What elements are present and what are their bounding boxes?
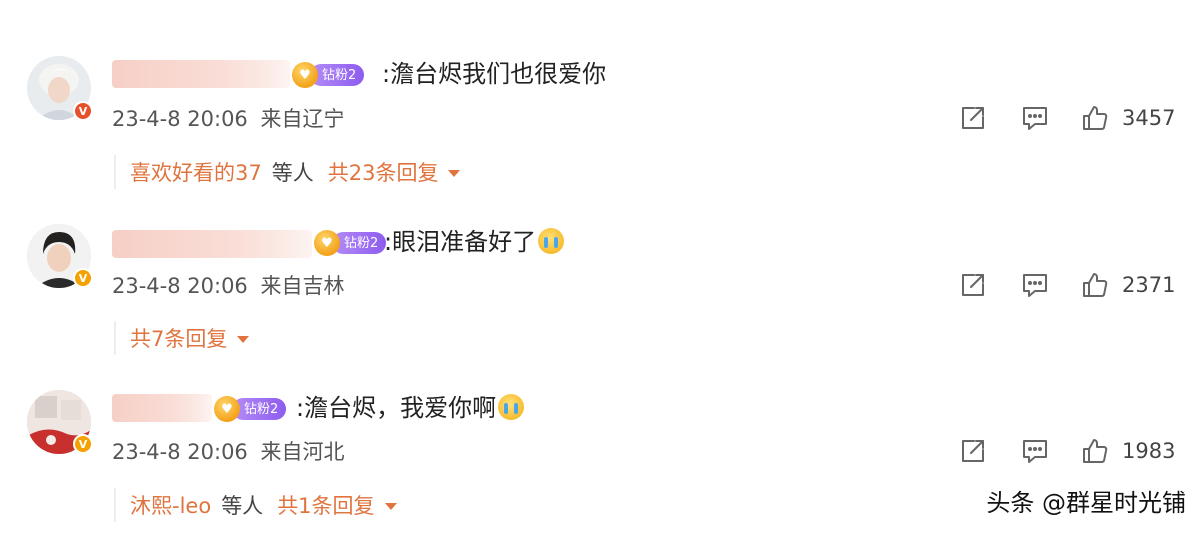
share-icon[interactable] xyxy=(958,270,988,300)
comment-actions: 1983 xyxy=(0,436,1200,466)
comment-icon[interactable] xyxy=(1020,270,1050,300)
caret-down-icon[interactable] xyxy=(237,336,250,343)
fan-badge: ♥ 钻粉2 xyxy=(314,230,387,256)
thumbs-up-icon[interactable] xyxy=(1080,436,1110,466)
reply-total[interactable]: 共1条回复 xyxy=(277,490,374,520)
reply-total[interactable]: 共7条回复 xyxy=(130,323,227,353)
share-icon[interactable] xyxy=(958,436,988,466)
comment-actions: 2371 xyxy=(0,270,1200,300)
fan-badge-label: 钻粉2 xyxy=(310,64,365,86)
fan-badge-label: 钻粉2 xyxy=(232,398,287,420)
fan-badge: ♥ 钻粉2 xyxy=(292,62,365,88)
comment-icon[interactable] xyxy=(1020,103,1050,133)
reply-liker-suffix: 等人 xyxy=(221,494,264,518)
comment-actions: 3457 xyxy=(0,103,1200,133)
username-redacted[interactable] xyxy=(112,230,312,258)
caret-down-icon[interactable] xyxy=(448,170,461,177)
reply-total[interactable]: 共23条回复 xyxy=(328,157,439,187)
username-redacted[interactable] xyxy=(112,394,212,422)
watermark: 头条 @群星时光铺 xyxy=(986,489,1186,517)
username-redacted[interactable] xyxy=(112,60,290,88)
comment-text: :澹台烬，我爱你啊 xyxy=(296,393,525,423)
thumbs-up-icon[interactable] xyxy=(1080,103,1110,133)
reply-summary[interactable]: 喜欢好看的37 等人 共23条回复 xyxy=(114,155,461,189)
thumbs-up-icon[interactable] xyxy=(1080,270,1110,300)
reply-liker-suffix: 等人 xyxy=(271,161,314,185)
reply-liker[interactable]: 沐熙-leo xyxy=(130,490,211,520)
fan-badge: ♥ 钻粉2 xyxy=(214,396,287,422)
reply-summary[interactable]: 沐熙-leo 等人 共1条回复 xyxy=(114,488,397,522)
like-count: 2371 xyxy=(1122,273,1176,297)
share-icon[interactable] xyxy=(958,103,988,133)
caret-down-icon[interactable] xyxy=(384,503,397,510)
crying-face-icon xyxy=(498,394,525,420)
heart-icon: ♥ xyxy=(214,396,240,422)
reply-liker[interactable]: 喜欢好看的37 xyxy=(130,157,262,187)
comment-text: :眼泪准备好了 xyxy=(384,227,565,257)
comment-text-body: :澹台烬，我爱你啊 xyxy=(296,394,497,422)
crying-face-icon xyxy=(538,228,565,254)
fan-badge-label: 钻粉2 xyxy=(332,232,387,254)
comment-icon[interactable] xyxy=(1020,436,1050,466)
like-count: 1983 xyxy=(1122,439,1176,463)
reply-summary[interactable]: 共7条回复 xyxy=(114,321,250,355)
heart-icon: ♥ xyxy=(292,62,318,88)
heart-icon: ♥ xyxy=(314,230,340,256)
comment-text-body: :眼泪准备好了 xyxy=(384,228,537,256)
like-count: 3457 xyxy=(1122,106,1176,130)
comment-text: :澹台烬我们也很爱你 xyxy=(382,60,607,88)
